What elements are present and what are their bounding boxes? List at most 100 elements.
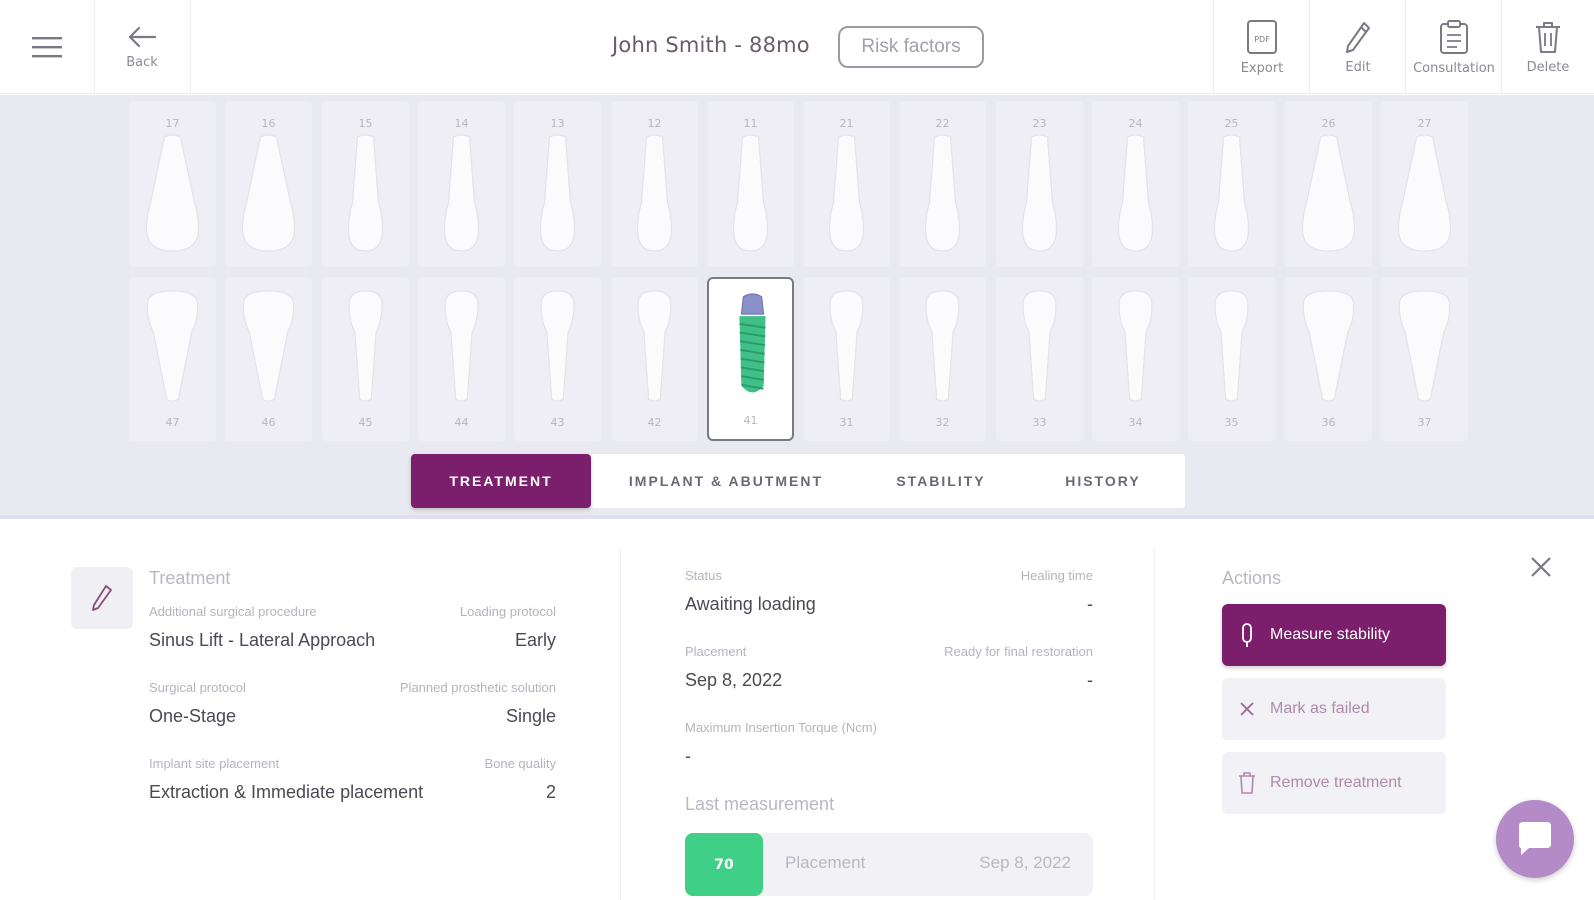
tooth-image <box>637 290 672 402</box>
tooth-17[interactable]: 17 <box>129 101 216 267</box>
tooth-13[interactable]: 13 <box>514 101 601 267</box>
edit-treatment-button[interactable] <box>71 567 133 629</box>
tooth-number: 12 <box>647 117 662 130</box>
tooth-image <box>925 290 960 402</box>
tooth-36[interactable]: 36 <box>1285 277 1372 441</box>
tooth-image <box>1213 134 1250 252</box>
arrow-left-icon <box>128 26 157 47</box>
isq-value-badge: 70 <box>685 833 763 896</box>
tooth-number: 15 <box>358 117 373 130</box>
tooth-image <box>1302 290 1355 402</box>
top-bar: Back John Smith - 88mo Risk factors PDF … <box>0 0 1594 94</box>
edit-button[interactable]: Edit <box>1310 0 1406 94</box>
delete-label: Delete <box>1526 59 1570 75</box>
tab-history[interactable]: HISTORY <box>1021 454 1185 508</box>
tooth-41[interactable]: 41 <box>707 277 794 441</box>
tooth-image <box>732 134 769 252</box>
back-label: Back <box>126 54 158 70</box>
tooth-image <box>145 134 200 252</box>
surgical-protocol-label: Surgical protocol <box>149 680 246 695</box>
measure-stability-button[interactable]: Measure stability <box>1222 604 1446 666</box>
tooth-37[interactable]: 37 <box>1381 277 1468 441</box>
implant-site-placement-value: Extraction & Immediate placement <box>149 782 424 802</box>
ready-for-final-restoration-value: - <box>1087 670 1093 690</box>
tooth-number: 14 <box>454 117 469 130</box>
remove-treatment-button[interactable]: Remove treatment <box>1222 752 1446 814</box>
tooth-number: 31 <box>839 416 854 429</box>
implant-image <box>739 293 766 393</box>
last-measurement-row[interactable]: 70 Placement Sep 8, 2022 <box>685 833 1093 896</box>
patient-title: John Smith - 88mo <box>612 33 810 57</box>
tooth-number: 47 <box>165 416 180 429</box>
tooth-24[interactable]: 24 <box>1092 101 1179 267</box>
close-icon <box>1236 697 1258 721</box>
tooth-43[interactable]: 43 <box>514 277 601 441</box>
trash-icon <box>1236 771 1258 795</box>
tooth-33[interactable]: 33 <box>996 277 1083 441</box>
treatment-tabs: TREATMENT IMPLANT & ABUTMENT STABILITY H… <box>411 454 1185 508</box>
tooth-number: 34 <box>1128 416 1143 429</box>
tooth-number: 16 <box>261 117 276 130</box>
tooth-44[interactable]: 44 <box>418 277 505 441</box>
tooth-image <box>1398 290 1451 402</box>
tooth-number: 26 <box>1321 117 1336 130</box>
close-icon <box>1531 557 1551 577</box>
tooth-45[interactable]: 45 <box>322 277 409 441</box>
tooth-image <box>540 290 575 402</box>
tooth-image <box>924 134 961 252</box>
healing-time-value: - <box>1087 594 1093 614</box>
tooth-number: 32 <box>935 416 950 429</box>
menu-button[interactable] <box>0 0 94 94</box>
tooth-34[interactable]: 34 <box>1092 277 1179 441</box>
tooth-23[interactable]: 23 <box>996 101 1083 267</box>
tab-stability[interactable]: STABILITY <box>861 454 1021 508</box>
divider <box>1154 548 1155 900</box>
tooth-26[interactable]: 26 <box>1285 101 1372 267</box>
tooth-14[interactable]: 14 <box>418 101 505 267</box>
export-button[interactable]: PDF Export <box>1214 0 1310 94</box>
pencil-icon <box>1346 21 1370 53</box>
tooth-27[interactable]: 27 <box>1381 101 1468 267</box>
tab-treatment[interactable]: TREATMENT <box>411 454 591 508</box>
chat-support-button[interactable] <box>1496 800 1574 878</box>
tooth-image <box>241 134 296 252</box>
additional-surgical-procedure-value: Sinus Lift - Lateral Approach <box>149 630 376 650</box>
tooth-number: 25 <box>1224 117 1239 130</box>
tooth-42[interactable]: 42 <box>611 277 698 441</box>
tooth-number: 45 <box>358 416 373 429</box>
consultation-button[interactable]: Consultation <box>1406 0 1502 94</box>
tab-implant-abutment[interactable]: IMPLANT & ABUTMENT <box>591 454 861 508</box>
tooth-16[interactable]: 16 <box>225 101 312 267</box>
tooth-image <box>1118 290 1153 402</box>
tooth-15[interactable]: 15 <box>322 101 409 267</box>
tooth-number: 43 <box>550 416 565 429</box>
ready-for-final-restoration-label: Ready for final restoration <box>944 644 1093 659</box>
tooth-32[interactable]: 32 <box>899 277 986 441</box>
tooth-46[interactable]: 46 <box>225 277 312 441</box>
tooth-31[interactable]: 31 <box>803 277 890 441</box>
tooth-22[interactable]: 22 <box>899 101 986 267</box>
tooth-47[interactable]: 47 <box>129 277 216 441</box>
risk-factors-button[interactable]: Risk factors <box>838 26 984 68</box>
tooth-image <box>1397 134 1452 252</box>
actions-title: Actions <box>1222 568 1282 588</box>
tooth-25[interactable]: 25 <box>1188 101 1275 267</box>
planned-prosthetic-solution-label: Planned prosthetic solution <box>399 680 556 695</box>
tooth-image <box>146 290 199 402</box>
placement-value: Sep 8, 2022 <box>685 670 783 690</box>
delete-button[interactable]: Delete <box>1502 0 1594 94</box>
tooth-21[interactable]: 21 <box>803 101 890 267</box>
mark-as-failed-button[interactable]: Mark as failed <box>1222 678 1446 740</box>
tooth-12[interactable]: 12 <box>611 101 698 267</box>
loading-protocol-value: Early <box>514 630 556 650</box>
back-button[interactable]: Back <box>94 0 190 94</box>
tooth-image <box>347 134 384 252</box>
close-panel-button[interactable] <box>1528 554 1554 580</box>
tooth-35[interactable]: 35 <box>1188 277 1275 441</box>
tooth-11[interactable]: 11 <box>707 101 794 267</box>
tooth-image <box>1301 134 1356 252</box>
tooth-image <box>242 290 295 402</box>
tooth-number: 11 <box>743 117 758 130</box>
tooth-image <box>828 134 865 252</box>
tooth-number: 27 <box>1417 117 1432 130</box>
